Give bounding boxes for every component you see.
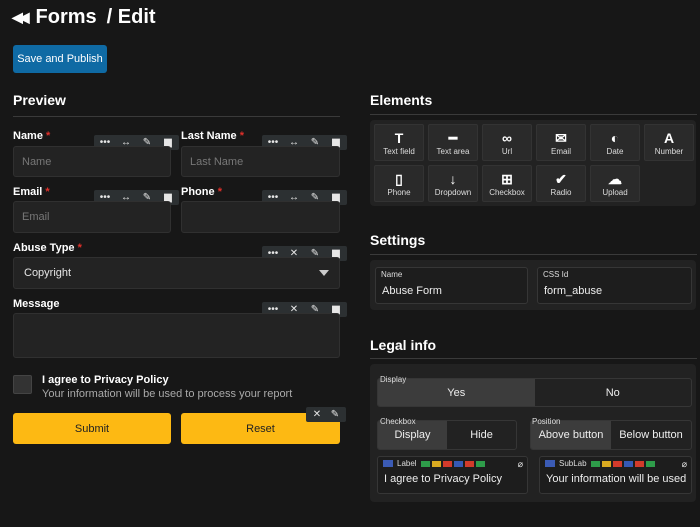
element-tile-label: Radio <box>550 188 572 197</box>
divider <box>370 358 697 359</box>
language-flags <box>590 460 655 467</box>
privacy-checkbox[interactable] <box>13 375 32 394</box>
divider <box>370 254 697 255</box>
checkbox-icon: ⊞ <box>501 171 513 187</box>
language-flags <box>420 460 485 467</box>
abuse-type-select[interactable]: Copyright <box>13 257 340 289</box>
edit-icon[interactable]: ✎ <box>329 409 341 420</box>
element-tile-label: Dropdown <box>434 188 472 197</box>
checkbox-caption: Checkbox <box>380 417 416 426</box>
element-tile-email[interactable]: ✉ Email <box>536 124 586 161</box>
dropdown-icon: ↓ <box>449 171 457 187</box>
form-name-field[interactable]: Name Abuse Form <box>375 267 528 304</box>
element-tile-radio[interactable]: ✔ Radio <box>536 165 586 202</box>
text-field-icon: T <box>394 130 404 146</box>
privacy-label-field[interactable]: Label ⌀ I agree to Privacy Policy <box>377 456 528 494</box>
abuse-type-label: Abuse Type * <box>13 242 82 254</box>
number-icon: A <box>663 130 675 146</box>
email-input[interactable]: Email <box>13 201 171 233</box>
us-flag-icon <box>545 460 555 467</box>
hide-eye-icon[interactable]: ⌀ <box>518 459 523 470</box>
element-tile-checkbox[interactable]: ⊞ Checkbox <box>482 165 532 202</box>
preview-heading: Preview <box>13 92 66 108</box>
element-tile-url[interactable]: ∞ Url <box>482 124 532 161</box>
element-tile-label: Email <box>550 147 571 156</box>
element-tile-number[interactable]: A Number <box>644 124 694 161</box>
divider <box>370 114 697 115</box>
display-no-option[interactable]: No <box>535 379 692 406</box>
display-toggle: Yes No <box>377 378 692 407</box>
date-icon: ◐ <box>610 130 620 146</box>
phone-input[interactable] <box>181 201 340 233</box>
element-tile-label: Text field <box>383 147 415 156</box>
collapse-icon[interactable]: ✕ <box>311 409 323 420</box>
privacy-sublabel-field[interactable]: SubLab ⌀ Your information will be used <box>539 456 692 494</box>
save-and-publish-button[interactable]: Save and Publish <box>13 45 107 73</box>
last-name-label: Last Name * <box>181 130 244 142</box>
upload-icon: ☁ <box>608 171 622 187</box>
element-tile-label: Checkbox <box>489 188 525 197</box>
element-tile-label: Number <box>654 147 684 156</box>
button-toolbar: ✕ ✎ <box>306 407 346 422</box>
element-tile-label: Text area <box>436 147 470 156</box>
back-icon[interactable]: ◀◀ <box>12 9 29 26</box>
element-tile-date[interactable]: ◐ Date <box>590 124 640 161</box>
legal-info-heading: Legal info <box>370 337 437 353</box>
element-tile-text-area[interactable]: ━ Text area <box>428 124 478 161</box>
settings-heading: Settings <box>370 232 426 248</box>
phone-label: Phone * <box>181 186 222 198</box>
page-title: ◀◀ Forms / Edit <box>12 6 156 28</box>
element-tile-label: Phone <box>387 188 411 197</box>
abuse-type-value: Copyright <box>24 267 72 279</box>
message-textarea[interactable] <box>13 313 340 358</box>
privacy-label: I agree to Privacy Policy <box>42 374 169 386</box>
checkbox-hide-option[interactable]: Hide <box>447 421 516 449</box>
text-area-icon: ━ <box>448 130 458 146</box>
last-name-input[interactable]: Last Name <box>181 146 340 177</box>
name-label: Name * <box>13 130 51 142</box>
element-tile-upload[interactable]: ☁ Upload <box>590 165 640 202</box>
phone-icon: ▯ <box>395 171 403 187</box>
radio-icon: ✔ <box>555 171 567 187</box>
privacy-sublabel: Your information will be used to process… <box>42 388 293 400</box>
chevron-down-icon <box>319 270 329 276</box>
element-tile-dropdown[interactable]: ↓ Dropdown <box>428 165 478 202</box>
divider <box>13 116 340 117</box>
element-tile-text-field[interactable]: T Text field <box>374 124 424 161</box>
elements-heading: Elements <box>370 92 433 108</box>
position-caption: Position <box>532 417 561 426</box>
element-tile-label: Date <box>606 147 624 156</box>
element-tile-label: Url <box>501 147 513 156</box>
element-tile-phone[interactable]: ▯ Phone <box>374 165 424 202</box>
submit-button[interactable]: Submit <box>13 413 171 444</box>
elements-grid: T Text field ━ Text area ∞ Url ✉ Email ◐ Date A Num… <box>374 124 694 202</box>
link-icon: ∞ <box>502 130 512 146</box>
position-below-option[interactable]: Below button <box>611 421 691 449</box>
display-caption: Display <box>380 375 407 384</box>
email-icon: ✉ <box>555 130 567 146</box>
css-id-field[interactable]: CSS Id form_abuse <box>537 267 692 304</box>
element-tile-label: Upload <box>602 188 628 197</box>
message-label: Message <box>13 298 60 310</box>
name-input[interactable]: Name <box>13 146 171 177</box>
email-label: Email * <box>13 186 50 198</box>
us-flag-icon <box>383 460 393 467</box>
hide-eye-icon[interactable]: ⌀ <box>682 459 687 470</box>
